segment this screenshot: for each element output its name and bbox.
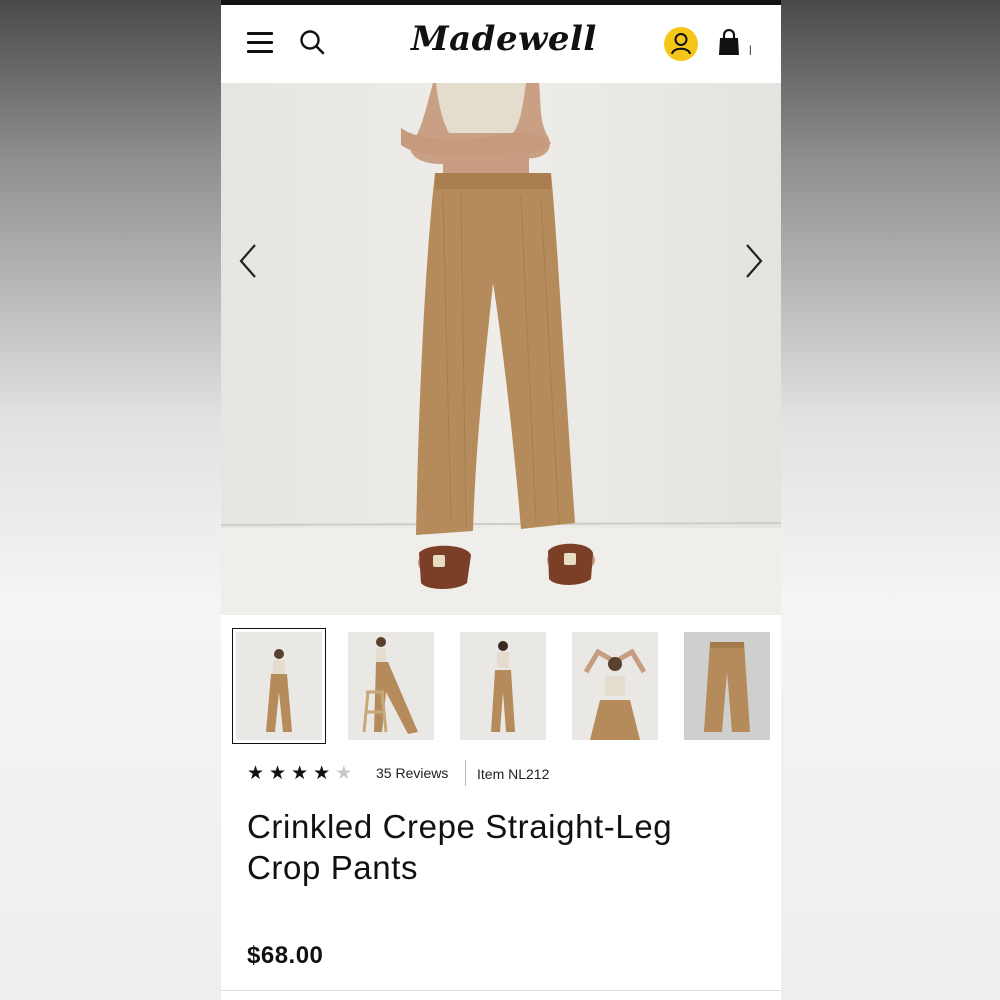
product-main-image[interactable] [221, 83, 781, 615]
rating-row: ★★★★★ 35 Reviews Item NL212 [247, 760, 767, 788]
menu-icon[interactable] [247, 32, 273, 54]
thumb-arms-raised[interactable] [572, 632, 658, 740]
product-title: Crinkled Crepe Straight-Leg Crop Pants [247, 806, 747, 888]
thumb-front[interactable] [232, 628, 326, 744]
divider [465, 760, 466, 786]
reviews-link[interactable]: 35 Reviews [376, 765, 448, 781]
product-title-line-1: Crinkled Crepe Straight-Leg [247, 808, 673, 845]
star-icon: ★ [269, 762, 292, 784]
shopping-bag-icon[interactable] [718, 28, 740, 57]
product-price: $68.00 [247, 942, 324, 969]
star-icon: ★ [313, 762, 336, 784]
item-number: Item NL212 [477, 766, 550, 782]
thumb-flat-lay[interactable] [684, 632, 770, 740]
star-rating[interactable]: ★★★★★ [247, 762, 357, 784]
star-icon: ★ [291, 762, 314, 784]
divider [221, 990, 781, 991]
star-empty-icon: ★ [335, 762, 358, 784]
mobile-page: Madewell | ★★★★★ 35 Reviews Item NL212 C… [221, 0, 781, 1000]
next-image-arrow-icon[interactable] [739, 241, 769, 281]
thumb-side-stool[interactable] [348, 632, 434, 740]
thumb-back[interactable] [460, 632, 546, 740]
bag-count: | [749, 45, 752, 56]
previous-image-arrow-icon[interactable] [233, 241, 263, 281]
search-icon[interactable] [299, 29, 325, 55]
brand-logo[interactable]: Madewell [411, 19, 596, 59]
product-title-line-2: Crop Pants [247, 849, 419, 886]
account-icon[interactable] [664, 27, 698, 61]
site-header: Madewell | [221, 5, 781, 83]
thumbnail-strip [221, 615, 781, 750]
model-illustration [401, 83, 595, 589]
star-icon: ★ [247, 762, 270, 784]
